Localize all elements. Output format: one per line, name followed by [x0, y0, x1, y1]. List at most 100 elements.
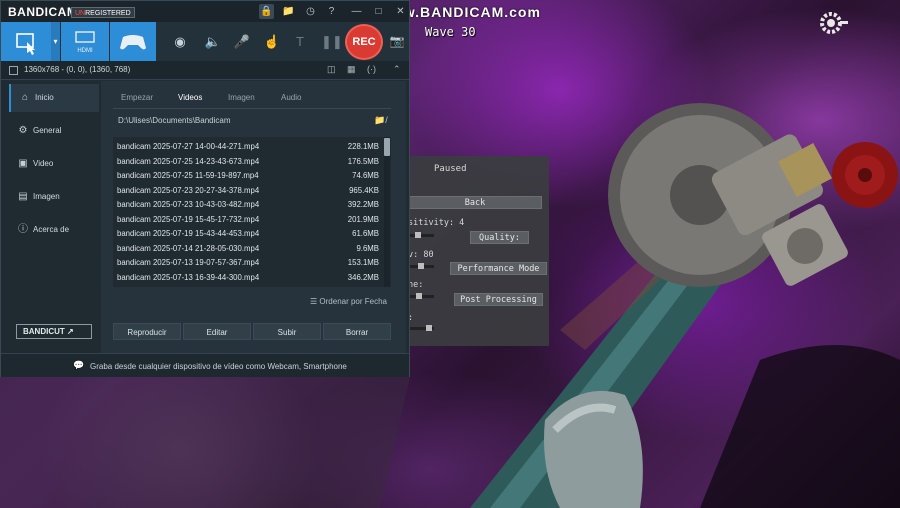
resolution-text: 1360x768 - (0, 0), (1360, 768): [24, 65, 131, 74]
scrollbar-track[interactable]: [384, 137, 390, 287]
chevron-down-icon[interactable]: ▾: [51, 22, 60, 61]
list-item[interactable]: bandicam 2025-07-19 15-45-17-732.mp4 201.…: [117, 213, 379, 227]
chevron-up-icon[interactable]: ⌃: [393, 64, 401, 75]
tab-empezar[interactable]: Empezar: [121, 93, 153, 102]
game-gear-logo-icon: [820, 12, 848, 34]
app-brand: BANDICAM: [8, 5, 78, 19]
volume-slider-knob[interactable]: [416, 293, 422, 299]
webcam-icon[interactable]: ◉: [171, 33, 189, 51]
fov-slider[interactable]: [408, 263, 434, 269]
list-item[interactable]: bandicam 2025-07-27 14-00-44-271.mp4 228.…: [117, 140, 379, 154]
sidebar-item-video[interactable]: ▣ Video: [9, 150, 99, 178]
tab-divider: [113, 108, 391, 109]
play-button[interactable]: Reproducir: [113, 323, 181, 340]
list-item[interactable]: bandicam 2025-07-13 16-39-44-300.mp4 346.…: [117, 271, 379, 285]
sidebar-item-acerca-de[interactable]: ⓘ Acerca de: [9, 216, 99, 244]
upload-button[interactable]: Subir: [253, 323, 321, 340]
list-item[interactable]: bandicam 2025-07-25 11-59-19-897.mp4 74.6…: [117, 169, 379, 183]
region-checkbox[interactable]: [9, 66, 18, 75]
status-message[interactable]: Graba desde cualquier dispositivo de víd…: [90, 362, 347, 371]
quality-button[interactable]: Quality:: [470, 231, 529, 244]
file-list: bandicam 2025-07-27 14-00-44-271.mp4 228.…: [113, 137, 391, 287]
main-panel: Empezar Videos Imagen Audio D:\Ulises\Do…: [101, 81, 406, 353]
sensitivity-label: sitivity: 4: [408, 218, 465, 228]
hdmi-label: HDMI: [77, 48, 93, 54]
broadcast-icon[interactable]: (·): [367, 64, 376, 74]
post-processing-button[interactable]: Post Processing: [454, 293, 543, 306]
bandicam-window: BANDICAM UNREGISTERED 🔒 📁 ◷ ? — □ ✕ ▾ HD…: [0, 0, 410, 377]
sidebar-item-general[interactable]: ⚙ General: [9, 117, 99, 145]
toolbar: ▾ HDMI ◉ 🔈 🎤 ☝ T ❚❚ REC 📷: [1, 22, 409, 61]
game-mode-button[interactable]: [110, 22, 156, 61]
home-icon: ⌂: [21, 92, 29, 103]
text-overlay-icon[interactable]: T: [291, 33, 309, 51]
tab-bar: Empezar Videos Imagen Audio: [101, 89, 406, 107]
sensitivity-slider[interactable]: [408, 232, 434, 238]
resolution-bar: 1360x768 - (0, 0), (1360, 768) ◫ ▦ (·) ⌃: [1, 61, 409, 80]
pause-icon[interactable]: ❚❚: [321, 33, 343, 51]
tab-videos[interactable]: Videos: [178, 93, 202, 102]
pause-title: Paused: [434, 164, 467, 174]
action-bar: Reproducir Editar Subir Borrar: [113, 323, 391, 341]
sidebar: ⌂ Inicio ⚙ General ▣ Video ▤ Imagen ⓘ Ac…: [1, 81, 101, 353]
title-bar: BANDICAM UNREGISTERED 🔒 📁 ◷ ? — □ ✕: [1, 1, 409, 22]
list-item[interactable]: bandicam 2025-07-14 21-28-05-030.mp4 9.6M…: [117, 242, 379, 256]
back-button[interactable]: Back: [408, 196, 542, 209]
screen-select-icon: [16, 33, 35, 55]
scrollbar-thumb[interactable]: [384, 138, 390, 156]
video-icon[interactable]: ◫: [327, 64, 336, 75]
restore-icon[interactable]: □: [371, 4, 386, 19]
sensitivity-slider-knob[interactable]: [415, 232, 421, 238]
info-icon: ⓘ: [18, 224, 28, 235]
help-icon[interactable]: ?: [324, 4, 339, 19]
clock-icon[interactable]: ◷: [303, 4, 318, 19]
wave-counter: Wave 30: [425, 25, 476, 39]
folder-icon[interactable]: 📁: [281, 4, 296, 19]
list-item[interactable]: bandicam 2025-07-13 19-07-57-367.mp4 153.…: [117, 256, 379, 270]
screen-mode-button[interactable]: [1, 22, 51, 61]
sidebar-item-label: Inicio: [35, 93, 54, 102]
chat-icon: 💬: [73, 360, 85, 370]
gamepad-icon: [120, 35, 146, 50]
sidebar-item-inicio[interactable]: ⌂ Inicio: [9, 84, 99, 112]
sidebar-item-label: General: [33, 126, 62, 135]
bandicut-button[interactable]: BANDICUT ↗: [16, 324, 92, 339]
list-item[interactable]: bandicam 2025-07-25 14-23-43-673.mp4 176.…: [117, 155, 379, 169]
output-path: D:\Ulises\Documents\Bandicam: [118, 116, 231, 125]
delete-button[interactable]: Borrar: [323, 323, 391, 340]
tab-imagen[interactable]: Imagen: [228, 93, 255, 102]
lock-icon[interactable]: 🔒: [259, 4, 274, 19]
record-button[interactable]: REC: [345, 24, 383, 60]
unregistered-badge[interactable]: UNREGISTERED: [71, 7, 135, 18]
misc-slider[interactable]: [408, 325, 434, 331]
open-folder-icon[interactable]: 📁/: [374, 115, 388, 126]
camera-icon[interactable]: 📷: [389, 33, 405, 49]
fov-slider-knob[interactable]: [418, 263, 424, 269]
microphone-icon[interactable]: 🎤: [233, 33, 251, 51]
list-item[interactable]: bandicam 2025-07-19 15-43-44-453.mp4 61.6…: [117, 227, 379, 241]
film-icon: ▣: [18, 158, 28, 169]
fov-label: v: 80: [408, 250, 434, 260]
minimize-icon[interactable]: —: [349, 4, 364, 19]
sort-by-date[interactable]: ☰ Ordenar por Fecha: [310, 297, 387, 306]
pause-menu: Paused Back sitivity: 4 Quality: v: 80 P…: [408, 156, 549, 346]
device-mode-button[interactable]: HDMI: [61, 22, 109, 61]
volume-slider[interactable]: [408, 293, 434, 299]
edit-button[interactable]: Editar: [183, 323, 251, 340]
list-item[interactable]: bandicam 2025-07-23 20-27-34-378.mp4 965.…: [117, 184, 379, 198]
image-icon: ▤: [18, 191, 28, 202]
sort-icon: ☰: [310, 297, 320, 306]
mouse-click-icon[interactable]: ☝: [263, 33, 281, 51]
performance-mode-button[interactable]: Performance Mode: [450, 262, 547, 275]
sidebar-item-label: Acerca de: [33, 225, 70, 234]
close-icon[interactable]: ✕: [393, 4, 408, 19]
misc-slider-knob[interactable]: [426, 325, 432, 331]
status-bar: 💬 Graba desde cualquier dispositivo de v…: [1, 353, 409, 377]
volume-label: ne:: [408, 280, 424, 290]
gear-icon: ⚙: [18, 125, 28, 136]
speaker-icon[interactable]: 🔈: [204, 33, 222, 51]
sidebar-item-imagen[interactable]: ▤ Imagen: [9, 183, 99, 211]
list-item[interactable]: bandicam 2025-07-23 10-43-03-482.mp4 392.…: [117, 198, 379, 212]
picture-icon[interactable]: ▦: [347, 64, 356, 75]
tab-audio[interactable]: Audio: [281, 93, 301, 102]
